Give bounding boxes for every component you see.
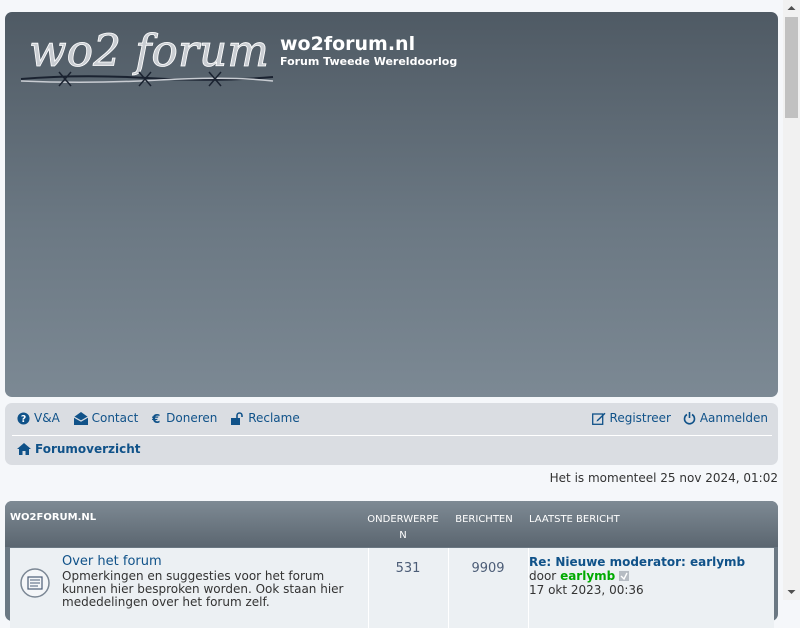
- navbar: ? V&A Contact € Doneren Reclame Registre…: [5, 403, 778, 465]
- column-topics-label: ONDERWERPE N: [367, 514, 439, 541]
- nav-link-faq-label: V&A: [34, 411, 60, 425]
- site-logo[interactable]: wo2 forum: [19, 22, 275, 90]
- nav-link-contact[interactable]: Contact: [73, 411, 139, 425]
- nav-link-advertising-label: Reclame: [248, 411, 300, 425]
- forum-read-icon: [20, 568, 50, 598]
- register-link[interactable]: Registreer: [591, 411, 671, 425]
- nav-link-donate-label: Doneren: [166, 411, 218, 425]
- scroll-down-arrow-icon[interactable]: [783, 583, 800, 600]
- nav-link-faq[interactable]: ? V&A: [17, 411, 60, 425]
- question-circle-icon: ?: [17, 411, 30, 425]
- site-header: wo2 forum wo2forum.nl Forum Tweede Werel…: [5, 12, 778, 397]
- site-description: Forum Tweede Wereldoorlog: [280, 55, 458, 68]
- register-label: Registreer: [609, 411, 671, 425]
- last-post-title-link[interactable]: Re: Nieuwe moderator: earlymb: [529, 555, 745, 569]
- home-icon: [17, 443, 31, 455]
- last-post-date: 17 okt 2023, 00:36: [529, 583, 644, 597]
- column-last-post-label: LAATSTE BERICHT: [529, 514, 620, 525]
- site-title[interactable]: wo2forum.nl: [280, 33, 415, 55]
- last-post-author-line: door earlymb: [529, 569, 630, 583]
- svg-text:€: €: [152, 412, 160, 425]
- forum-title-link[interactable]: Over het forum: [62, 554, 162, 569]
- column-topics: ONDERWERPE N: [363, 512, 443, 544]
- posts-count: 9909: [471, 561, 505, 576]
- column-last-post: LAATSTE BERICHT: [529, 512, 620, 528]
- login-link[interactable]: Aanmelden: [683, 411, 768, 425]
- category-title[interactable]: WO2FORUM.NL: [10, 512, 96, 523]
- unlock-icon: [231, 411, 243, 425]
- scrollbar-thumb[interactable]: [785, 17, 798, 118]
- forum-row: Over het forum Opmerkingen en suggesties…: [10, 548, 774, 628]
- nav-divider: [12, 435, 772, 436]
- current-time: Het is momenteel 25 nov 2024, 01:02: [549, 471, 778, 485]
- nav-right-group: Registreer Aanmelden: [584, 411, 768, 428]
- envelope-open-icon: [73, 411, 88, 425]
- forum-description: Opmerkingen en suggesties voor het forum…: [62, 569, 344, 609]
- column-posts-label: BERICHTEN: [455, 514, 513, 525]
- nav-links-row: ? V&A Contact € Doneren Reclame Registre…: [17, 411, 768, 428]
- last-post-by-prefix: door: [529, 569, 557, 583]
- scroll-up-arrow-icon[interactable]: [783, 0, 800, 17]
- nav-link-advertising[interactable]: Reclame: [231, 411, 300, 425]
- page-wrap: wo2 forum wo2forum.nl Forum Tweede Werel…: [5, 12, 778, 628]
- edit-icon: [591, 412, 606, 425]
- last-post-user-link[interactable]: earlymb: [560, 569, 615, 583]
- nav-link-contact-label: Contact: [91, 411, 139, 425]
- breadcrumb-home[interactable]: Forumoverzicht: [17, 442, 141, 456]
- svg-text:?: ?: [21, 414, 26, 425]
- view-latest-post-icon[interactable]: [619, 571, 630, 581]
- login-label: Aanmelden: [699, 411, 768, 425]
- forum-category-table: WO2FORUM.NL ONDERWERPE N BERICHTEN LAATS…: [5, 501, 778, 628]
- power-icon: [683, 411, 696, 425]
- cell-divider: [448, 548, 449, 628]
- logo-text: wo2 forum: [29, 26, 269, 77]
- column-posts: BERICHTEN: [449, 512, 519, 528]
- cell-divider: [368, 548, 369, 628]
- euro-icon: €: [152, 412, 160, 425]
- topics-count: 531: [395, 561, 421, 576]
- nav-link-donate[interactable]: € Doneren: [152, 411, 217, 425]
- breadcrumb-label: Forumoverzicht: [35, 442, 141, 456]
- vertical-scrollbar[interactable]: [783, 0, 800, 600]
- forum-table-header: WO2FORUM.NL ONDERWERPE N BERICHTEN LAATS…: [5, 501, 778, 547]
